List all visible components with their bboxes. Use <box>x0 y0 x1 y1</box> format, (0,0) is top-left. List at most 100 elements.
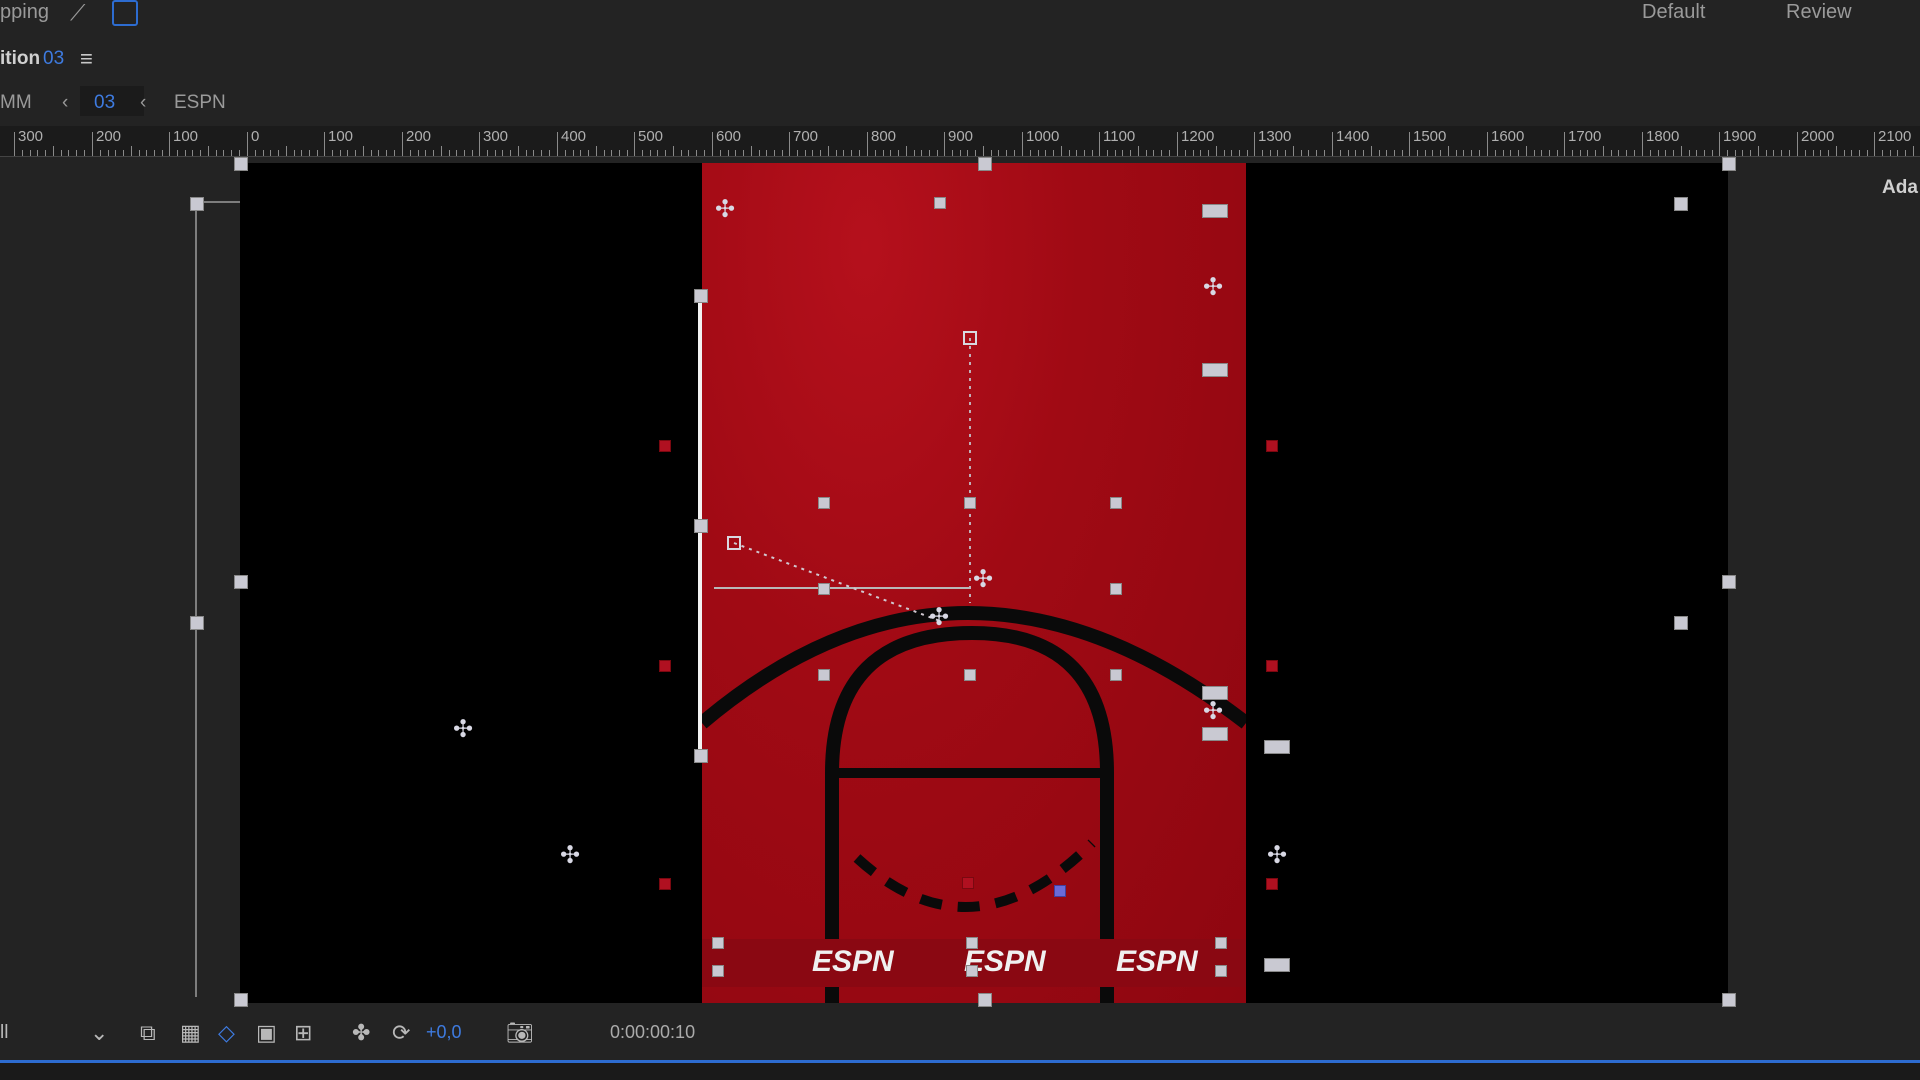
ruler-minor-tick <box>983 146 984 156</box>
layer-handle[interactable] <box>962 877 974 889</box>
layer-handle[interactable] <box>1202 727 1228 741</box>
breadcrumb-item-03[interactable]: 03 <box>94 92 115 114</box>
hamburger-icon[interactable]: ≡ <box>80 46 93 72</box>
ruler-minor-tick <box>410 150 411 156</box>
horizontal-ruler[interactable]: 300 200 100 0 100 200 300 400 500 600 700 800 900 100… <box>0 126 1920 157</box>
ruler-minor-tick <box>1859 150 1860 156</box>
layer-handle[interactable] <box>966 937 978 949</box>
ruler-minor-tick <box>37 150 38 156</box>
ruler-minor-tick <box>123 150 124 156</box>
layer-handle[interactable] <box>712 937 724 949</box>
layer-handle[interactable] <box>1722 993 1736 1007</box>
ruler-minor-tick <box>1432 150 1433 156</box>
anchor-point-icon[interactable]: ✣ <box>1200 699 1226 725</box>
anchor-point-icon[interactable]: ✣ <box>1264 843 1290 869</box>
anchor-point-icon[interactable]: ✣ <box>970 567 996 593</box>
layer-handle[interactable] <box>694 519 708 533</box>
ruler-minor-tick <box>914 150 915 156</box>
layer-handle[interactable] <box>694 749 708 763</box>
layer-handle[interactable] <box>1266 440 1278 452</box>
layer-handle[interactable] <box>234 575 248 589</box>
layer-handle[interactable] <box>818 497 830 509</box>
timecode[interactable]: 0:00:00:10 <box>610 1022 695 1043</box>
ruler-minor-tick <box>177 150 178 156</box>
chevron-down-icon[interactable]: ⌄ <box>90 1020 108 1046</box>
layer-handle[interactable] <box>1264 958 1290 972</box>
resolution-select[interactable]: ll <box>0 1022 8 1044</box>
layer-handle[interactable] <box>1215 965 1227 977</box>
ruler-minor-tick <box>30 150 31 156</box>
layer-handle[interactable] <box>978 157 992 171</box>
ruler-minor-tick <box>759 150 760 156</box>
layer-handle[interactable] <box>1722 157 1736 171</box>
anchor-point-icon[interactable]: ✣ <box>926 605 952 631</box>
layer-handle[interactable] <box>1674 616 1688 630</box>
layer-handle[interactable] <box>659 878 671 890</box>
anchor-point-icon[interactable]: ✣ <box>557 843 583 869</box>
layer-handle[interactable] <box>1110 583 1122 595</box>
layer-handle[interactable] <box>934 197 946 209</box>
layer-handle[interactable] <box>1202 204 1228 218</box>
layer-handle[interactable] <box>1266 660 1278 672</box>
layer-handle[interactable] <box>1215 937 1227 949</box>
layer-handle[interactable] <box>234 993 248 1007</box>
layer-handle[interactable] <box>966 965 978 977</box>
layer-handle[interactable] <box>1674 197 1688 211</box>
layer-handle[interactable] <box>712 965 724 977</box>
breadcrumb-item-espn[interactable]: ESPN <box>174 92 226 114</box>
ruler-minor-tick <box>53 146 54 156</box>
workspace-review[interactable]: Review <box>1786 1 1852 24</box>
layer-handle[interactable] <box>964 497 976 509</box>
layer-handle[interactable] <box>818 669 830 681</box>
layer-handle[interactable] <box>978 993 992 1007</box>
anchor-point-icon[interactable]: ✣ <box>712 197 738 223</box>
mask-toggle-icon[interactable]: ◇ <box>218 1020 235 1046</box>
ruler-minor-tick <box>883 150 884 156</box>
ruler-minor-tick <box>518 146 519 156</box>
ruler-minor-tick <box>828 146 829 156</box>
ruler-minor-tick <box>278 150 279 156</box>
snapshot-icon[interactable]: 📷︎ <box>506 1020 534 1046</box>
layer-handle[interactable] <box>818 583 830 595</box>
ruler-minor-tick <box>1735 150 1736 156</box>
layer-handle[interactable] <box>659 440 671 452</box>
ruler-minor-tick <box>502 150 503 156</box>
snapping-label[interactable]: pping <box>0 1 49 24</box>
ruler-minor-tick <box>22 150 23 156</box>
layer-handle[interactable] <box>1054 885 1066 897</box>
breadcrumb-item-mm[interactable]: MM <box>0 92 32 114</box>
reset-exposure-icon[interactable]: ⟳ <box>392 1020 410 1046</box>
ruler-minor-tick <box>611 150 612 156</box>
ruler-label: 200 <box>96 128 122 145</box>
anchor-point-icon[interactable]: ✣ <box>450 717 476 743</box>
workspace-default[interactable]: Default <box>1642 1 1705 24</box>
layer-handle[interactable] <box>1202 363 1228 377</box>
layer-handle[interactable] <box>964 669 976 681</box>
layer-handle[interactable] <box>1110 497 1122 509</box>
layer-handle[interactable] <box>1266 878 1278 890</box>
layer-handle[interactable] <box>659 660 671 672</box>
target-region-icon[interactable] <box>112 0 138 26</box>
layer-handle[interactable] <box>1722 575 1736 589</box>
composition-viewer[interactable]: ESPN ESPN ESPN ✣ ✣ ✣ ✣ ✣ ✣ ✣ ✣ Ada <box>0 157 1920 1012</box>
layer-handle[interactable] <box>190 616 204 630</box>
ruler-minor-tick <box>1308 150 1309 156</box>
composition-number[interactable]: 03 <box>43 48 64 70</box>
layer-handle[interactable] <box>234 157 248 171</box>
channels-icon[interactable]: ✤ <box>352 1020 370 1046</box>
snapping-icon[interactable]: ⟋ <box>70 0 85 26</box>
layer-handle[interactable] <box>1264 740 1290 754</box>
grid-overlay-icon[interactable]: ⊞ <box>294 1020 312 1046</box>
composition-title[interactable]: ition <box>0 48 40 70</box>
layer-handle[interactable] <box>1110 669 1122 681</box>
exposure-value[interactable]: +0,0 <box>426 1022 462 1043</box>
anchor-point-icon[interactable]: ✣ <box>1200 275 1226 301</box>
ruler-minor-tick <box>1417 150 1418 156</box>
safe-area-icon[interactable]: ▣ <box>256 1020 277 1046</box>
transparency-grid-icon[interactable]: ▦ <box>180 1020 201 1046</box>
layer-handle[interactable] <box>694 289 708 303</box>
ruler-minor-tick <box>1463 150 1464 156</box>
fit-frame-icon[interactable]: ⧉ <box>140 1020 156 1046</box>
layer-handle[interactable] <box>190 197 204 211</box>
ruler-minor-tick <box>487 150 488 156</box>
